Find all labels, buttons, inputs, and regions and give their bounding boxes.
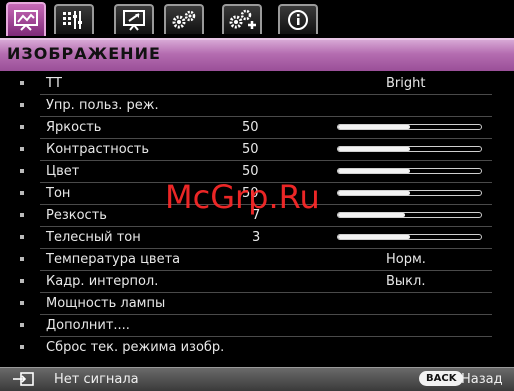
menu-item-value: Норм.	[386, 252, 426, 267]
menu-item-label: Цвет	[46, 164, 80, 179]
menu-item-reset-picture-mode[interactable]: Сброс тек. режима изобр.	[0, 337, 514, 359]
menu-item-skin-tone[interactable]: Телесный тон 3	[0, 227, 514, 249]
menu-item-advanced[interactable]: Дополнит....	[0, 315, 514, 337]
menu-item-label: ТТ	[46, 76, 62, 91]
bullet	[20, 301, 24, 305]
picture-icon	[14, 10, 38, 31]
watermark: McGrp.Ru	[165, 178, 320, 216]
tab-picture[interactable]	[6, 2, 46, 36]
bullet	[20, 103, 24, 107]
picture-menu: ТТ Bright Упр. польз. реж. Яркость 50 Ко…	[0, 71, 514, 367]
tab-audio-settings[interactable]	[54, 4, 94, 34]
back-button[interactable]: BACK	[419, 371, 464, 386]
menu-item-number: 50	[242, 142, 259, 157]
page-title: ИЗОБРАЖЕНИЕ	[7, 44, 161, 63]
bullet	[20, 323, 24, 327]
tint-slider[interactable]	[337, 190, 482, 196]
menu-item-label: Дополнит....	[46, 318, 130, 333]
signal-status: Нет сигнала	[54, 372, 139, 387]
menu-item-user-mode[interactable]: Упр. польз. реж.	[0, 95, 514, 117]
menu-item-value: Выкл.	[386, 274, 426, 289]
tab-information[interactable]	[278, 4, 318, 34]
menu-item-label: Тон	[46, 186, 71, 201]
color-slider[interactable]	[337, 168, 482, 174]
menu-item-label: Упр. польз. реж.	[46, 98, 159, 113]
menu-item-label: Температура цвета	[46, 252, 181, 267]
menu-item-tt[interactable]: ТТ Bright	[0, 73, 514, 95]
menu-item-label: Резкость	[46, 208, 107, 223]
tab-bar	[0, 0, 514, 38]
menu-item-label: Телесный тон	[46, 230, 141, 245]
tab-system-setup[interactable]	[164, 4, 204, 34]
brightness-slider[interactable]	[337, 124, 482, 130]
bullet	[20, 81, 24, 85]
bullet	[20, 191, 24, 195]
menu-item-brightness[interactable]: Яркость 50	[0, 117, 514, 139]
bullet	[20, 125, 24, 129]
menu-item-label: Сброс тек. режима изобр.	[46, 340, 225, 355]
sharpness-slider[interactable]	[337, 212, 482, 218]
audio-settings-icon	[63, 11, 82, 29]
source-input-icon	[13, 372, 34, 386]
tab-display-setup[interactable]	[114, 4, 154, 34]
menu-item-lamp-power[interactable]: Мощность лампы	[0, 293, 514, 315]
menu-item-label: Яркость	[46, 120, 102, 135]
info-icon	[288, 10, 308, 30]
gears-icon	[172, 10, 196, 29]
gears-plus-icon	[229, 9, 256, 29]
bullet	[20, 345, 24, 349]
display-setup-icon	[123, 10, 145, 31]
skin-tone-slider[interactable]	[337, 234, 482, 240]
menu-item-number: 50	[242, 164, 259, 179]
bullet	[20, 169, 24, 173]
bullet	[20, 257, 24, 261]
bullet	[20, 279, 24, 283]
section-title-bar: ИЗОБРАЖЕНИЕ	[0, 38, 514, 71]
menu-item-frame-interpolation[interactable]: Кадр. интерпол. Выкл.	[0, 271, 514, 293]
status-bar: Нет сигнала BACK Назад	[0, 367, 514, 391]
back-label: Назад	[461, 372, 503, 387]
bullet	[20, 235, 24, 239]
menu-item-label: Контрастность	[46, 142, 150, 157]
tab-advanced-setup[interactable]	[222, 4, 262, 34]
menu-item-contrast[interactable]: Контрастность 50	[0, 139, 514, 161]
menu-item-value: Bright	[386, 76, 426, 91]
menu-item-number: 50	[242, 120, 259, 135]
contrast-slider[interactable]	[337, 146, 482, 152]
bullet	[20, 213, 24, 217]
bullet	[20, 147, 24, 151]
menu-item-number: 3	[252, 230, 261, 245]
menu-item-label: Кадр. интерпол.	[46, 274, 159, 289]
menu-item-color-temperature[interactable]: Температура цвета Норм.	[0, 249, 514, 271]
menu-item-label: Мощность лампы	[46, 296, 166, 311]
